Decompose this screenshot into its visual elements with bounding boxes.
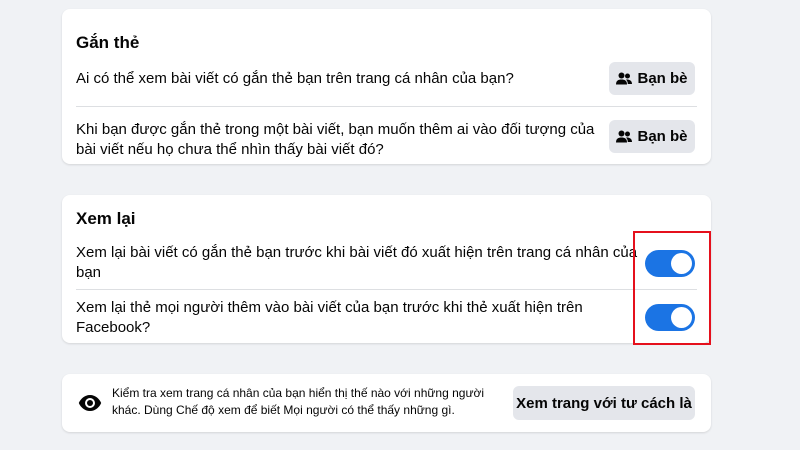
view-as-description-line2: khác. Dùng Chế độ xem để biết Mọi người … xyxy=(112,403,455,417)
review-question-2: Xem lại thẻ mọi người thêm vào bài viết … xyxy=(76,298,583,338)
eye-icon xyxy=(78,394,102,412)
review-question-1: Xem lại bài viết có gắn thẻ bạn trước kh… xyxy=(76,243,637,283)
friends-icon xyxy=(616,130,633,144)
tagging-audience-button-2-label: Bạn bè xyxy=(637,128,688,145)
review-tags-toggle[interactable] xyxy=(645,304,695,331)
review-tagged-posts-toggle[interactable] xyxy=(645,250,695,277)
review-section-title: Xem lại xyxy=(76,209,136,228)
view-as-card: Kiểm tra xem trang cá nhân của bạn hiển … xyxy=(62,374,711,432)
tagging-question-1-text: Ai có thể xem bài viết có gắn thẻ bạn tr… xyxy=(76,70,514,87)
toggle-knob xyxy=(671,253,692,274)
review-question-1-line2: bạn xyxy=(76,264,102,281)
toggle-knob xyxy=(671,307,692,328)
review-question-1-line1: Xem lại bài viết có gắn thẻ bạn trước kh… xyxy=(76,244,638,261)
tagging-question-2: Khi bạn được gắn thẻ trong một bài viết,… xyxy=(76,120,594,160)
review-divider xyxy=(76,289,697,290)
tagging-question-2-line2: bài viết nếu họ chưa thể nhìn thấy bài v… xyxy=(76,141,384,158)
tagging-audience-button-1[interactable]: Bạn bè xyxy=(609,62,695,95)
view-as-description-line1: Kiểm tra xem trang cá nhân của bạn hiển … xyxy=(112,386,485,400)
tagging-section-title: Gắn thẻ xyxy=(76,33,140,52)
tagging-audience-button-1-label: Bạn bè xyxy=(637,70,688,87)
review-question-2-line1: Xem lại thẻ mọi người thêm vào bài viết … xyxy=(76,299,583,316)
view-as-description: Kiểm tra xem trang cá nhân của bạn hiển … xyxy=(112,385,484,419)
friends-icon xyxy=(616,72,633,86)
view-as-button[interactable]: Xem trang với tư cách là xyxy=(513,386,695,420)
review-settings-card: Xem lại Xem lại bài viết có gắn thẻ bạn … xyxy=(62,195,711,343)
tagging-question-1: Ai có thể xem bài viết có gắn thẻ bạn tr… xyxy=(76,69,514,89)
tagging-divider xyxy=(76,106,697,107)
tagging-question-2-line1: Khi bạn được gắn thẻ trong một bài viết,… xyxy=(76,121,595,138)
review-question-2-line2: Facebook? xyxy=(76,319,151,336)
tagging-settings-card: Gắn thẻ Ai có thể xem bài viết có gắn th… xyxy=(62,9,711,164)
tagging-audience-button-2[interactable]: Bạn bè xyxy=(609,120,695,153)
